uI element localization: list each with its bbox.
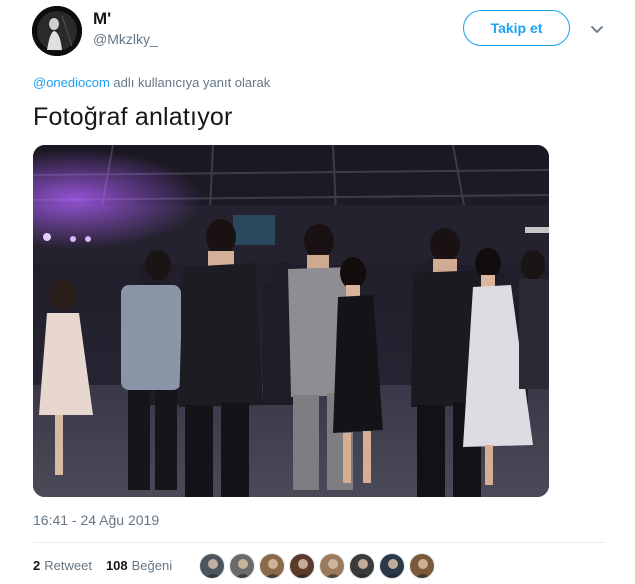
liker-avatar-4[interactable] xyxy=(289,553,315,579)
tweet-media-photo[interactable] xyxy=(33,145,549,497)
author-display-name[interactable]: M' xyxy=(93,9,111,29)
liker-avatar-3[interactable] xyxy=(259,553,285,579)
author-handle[interactable]: @Mkzlky_ xyxy=(93,31,158,47)
reply-context-text: adlı kullanıcıya yanıt olarak xyxy=(109,75,271,90)
liker-avatar-6[interactable] xyxy=(349,553,375,579)
like-stat[interactable]: 108 Beğeni xyxy=(106,558,172,573)
likers-avatars xyxy=(199,553,439,579)
follow-button[interactable]: Takip et xyxy=(463,10,570,46)
liker-avatar-2[interactable] xyxy=(229,553,255,579)
tweet-timestamp[interactable]: 16:41 - 24 Ağu 2019 xyxy=(33,512,159,528)
reply-mention-link[interactable]: @onediocom xyxy=(33,75,110,90)
tweet-text: Fotoğraf anlatıyor xyxy=(33,103,233,131)
dance-party-photo xyxy=(33,145,549,497)
chevron-down-icon[interactable] xyxy=(588,20,606,38)
liker-avatar-1[interactable] xyxy=(199,553,225,579)
liker-avatar-8[interactable] xyxy=(409,553,435,579)
reply-context: @onediocom adlı kullanıcıya yanıt olarak xyxy=(33,75,270,90)
divider-top xyxy=(33,542,605,543)
retweet-count: 2 xyxy=(33,558,41,573)
liker-avatar-7[interactable] xyxy=(379,553,405,579)
like-label: Beğeni xyxy=(131,558,173,573)
liker-avatar-5[interactable] xyxy=(319,553,345,579)
retweet-label: Retweet xyxy=(44,558,92,573)
like-count: 108 xyxy=(105,558,128,573)
author-avatar[interactable] xyxy=(32,6,82,56)
person-silhouette-icon xyxy=(32,6,82,56)
tweet-container: M' @Mkzlky_ Takip et @onediocom adlı kul… xyxy=(0,0,635,584)
tweet-stats: 2 Retweet 108 Beğeni xyxy=(33,558,186,573)
retweet-stat[interactable]: 2 Retweet xyxy=(33,558,92,573)
